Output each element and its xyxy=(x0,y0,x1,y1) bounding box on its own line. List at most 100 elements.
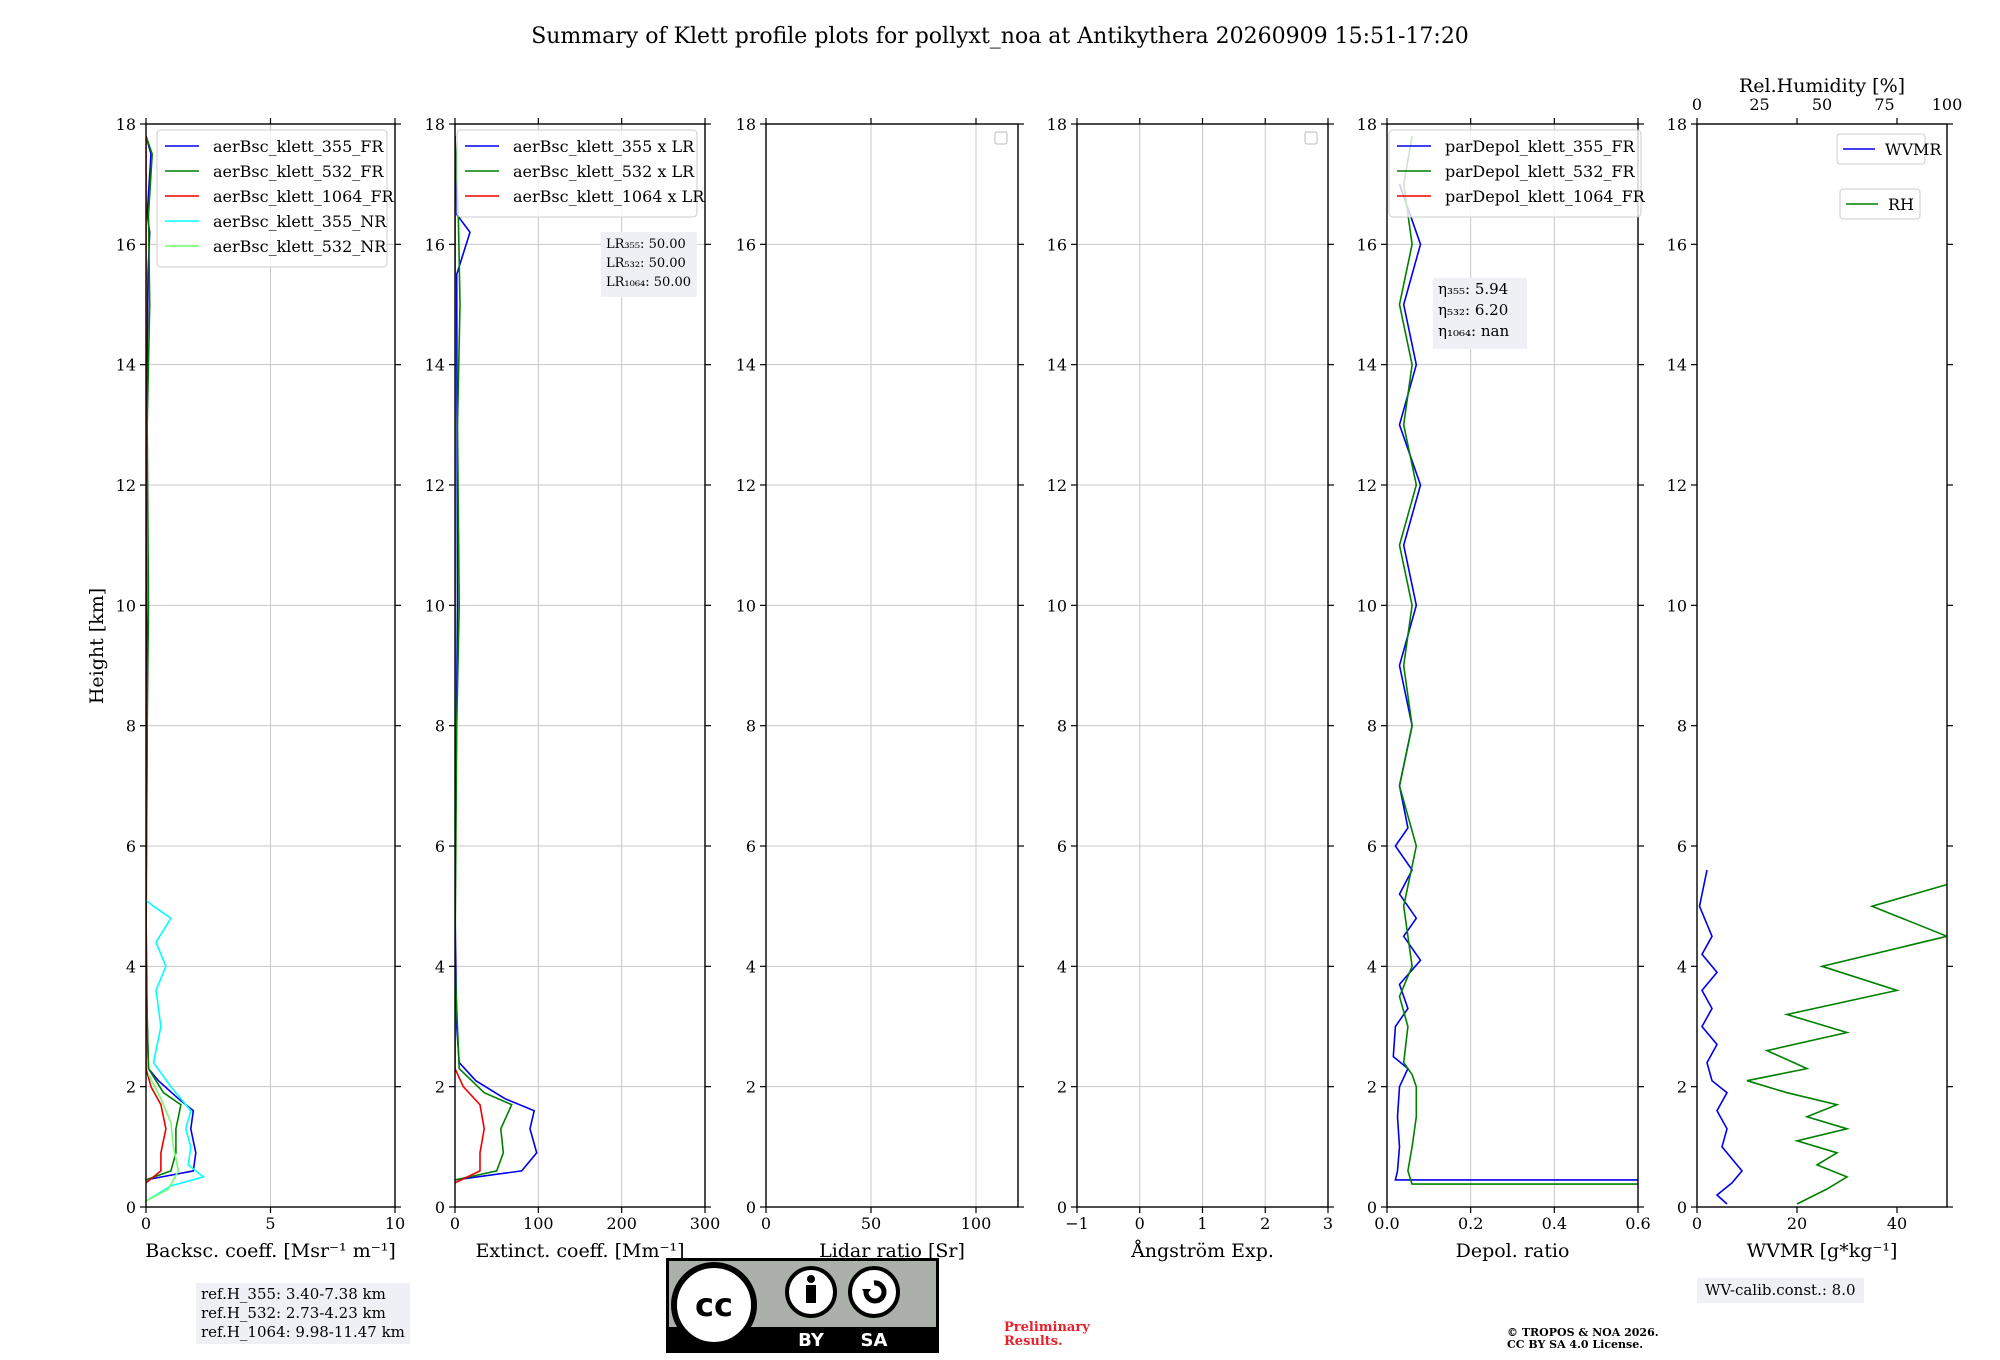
y-tick-label: 14 xyxy=(1047,356,1067,375)
y-tick-label: 6 xyxy=(746,837,756,856)
y-tick-label: 8 xyxy=(126,717,136,736)
series-group xyxy=(455,135,538,1184)
y-tick-label: 16 xyxy=(1047,235,1067,254)
legend-label: RH xyxy=(1888,195,1914,214)
y-tick-label: 8 xyxy=(1367,717,1377,736)
y-tick-label: 0 xyxy=(126,1198,136,1217)
x-tick-label: 0 xyxy=(761,1214,771,1233)
legend-label: aerBsc_klett_532 x LR xyxy=(513,162,695,181)
y-tick-label: 2 xyxy=(126,1078,136,1097)
reference-height-box: ref.H_355: 3.40-7.38 km ref.H_532: 2.73-… xyxy=(196,1283,410,1344)
chart-panel-6: 0 2 4 6 8 10 12 14 16 18 0 20 40 0 25 50 75 100 Rel.Humidi… xyxy=(1667,75,1963,1262)
x-top-tick-label: 0 xyxy=(1692,95,1702,114)
y-tick-label: 16 xyxy=(1667,235,1687,254)
chart-panel-4: 024681012141618−1 0 1 2 3Ångström Exp. xyxy=(1047,115,1334,1262)
legend-label: WVMR xyxy=(1885,140,1942,159)
annotation-text: η₃₅₅: 5.94 xyxy=(1438,280,1508,298)
y-tick-label: 12 xyxy=(116,476,136,495)
x-tick-label: 0 xyxy=(450,1214,460,1233)
refh-1064-text: ref.H_1064: 9.98-11.47 km xyxy=(201,1323,405,1341)
svg-text:cc: cc xyxy=(695,1286,733,1324)
y-tick-label: 10 xyxy=(1357,596,1377,615)
y-tick-label: 14 xyxy=(1357,356,1377,375)
series-line-WVMR xyxy=(1698,869,1744,1205)
y-tick-label: 4 xyxy=(1057,957,1067,976)
x-tick-label: 2 xyxy=(1260,1214,1270,1233)
legend-empty-box xyxy=(994,131,1008,145)
series-line-aerBsc_klett_532_FR xyxy=(146,135,182,1181)
y-tick-label: 6 xyxy=(1057,837,1067,856)
x-tick-label: 0.6 xyxy=(1625,1214,1650,1233)
legend-label: parDepol_klett_532_FR xyxy=(1445,162,1636,181)
y-axis-label: Height [km] xyxy=(86,588,108,704)
y-tick-label: 10 xyxy=(425,596,445,615)
x-tick-label: 200 xyxy=(606,1214,637,1233)
y-tick-label: 0 xyxy=(435,1198,445,1217)
legend-label: aerBsc_klett_355 x LR xyxy=(513,137,695,156)
y-tick-label: 2 xyxy=(746,1078,756,1097)
x-tick-label: 3 xyxy=(1323,1214,1333,1233)
y-tick-label: 18 xyxy=(736,115,756,134)
legend-label: aerBsc_klett_1064_FR xyxy=(213,187,395,206)
x-axis-label: WVMR [g*kg⁻¹] xyxy=(1747,1240,1898,1262)
x-tick-label: 100 xyxy=(961,1214,992,1233)
x-tick-label: 100 xyxy=(523,1214,554,1233)
y-tick-label: 10 xyxy=(1667,596,1687,615)
x-tick-label: 10 xyxy=(385,1214,405,1233)
legend-label: aerBsc_klett_532_NR xyxy=(213,237,387,256)
legend-label: parDepol_klett_1064_FR xyxy=(1445,187,1646,206)
refh-355-text: ref.H_355: 3.40-7.38 km xyxy=(201,1285,386,1303)
y-tick-label: 16 xyxy=(1357,235,1377,254)
y-tick-label: 4 xyxy=(435,957,445,976)
legend-label: aerBsc_klett_532_FR xyxy=(213,162,384,181)
y-tick-label: 0 xyxy=(746,1198,756,1217)
y-tick-label: 4 xyxy=(1677,957,1687,976)
y-tick-label: 16 xyxy=(425,235,445,254)
x-axis-label: Extinct. coeff. [Mm⁻¹] xyxy=(475,1240,684,1262)
series-group xyxy=(1698,869,1947,1205)
figure-canvas: Summary of Klett profile plots for polly… xyxy=(86,24,1963,1262)
y-tick-label: 0 xyxy=(1677,1198,1687,1217)
y-tick-label: 18 xyxy=(1047,115,1067,134)
legend-label: aerBsc_klett_1064 x LR xyxy=(513,187,705,206)
wv-calib-box: WV-calib.const.: 8.0 xyxy=(1697,1278,1864,1303)
y-tick-label: 2 xyxy=(1677,1078,1687,1097)
x-tick-label: 0 xyxy=(1692,1214,1702,1233)
series-line-aerBsc_klett_355 x LR xyxy=(455,135,538,1181)
y-tick-label: 8 xyxy=(1677,717,1687,736)
y-tick-label: 10 xyxy=(116,596,136,615)
annotation-text: η₅₃₂: 6.20 xyxy=(1438,301,1508,319)
y-tick-label: 14 xyxy=(736,356,756,375)
y-tick-label: 2 xyxy=(435,1078,445,1097)
legend-label: aerBsc_klett_355_NR xyxy=(213,212,387,231)
legend-label: parDepol_klett_355_FR xyxy=(1445,137,1636,156)
y-tick-label: 6 xyxy=(1677,837,1687,856)
y-tick-label: 18 xyxy=(425,115,445,134)
y-tick-label: 8 xyxy=(435,717,445,736)
x-top-tick-label: 75 xyxy=(1874,95,1894,114)
x-tick-label: 50 xyxy=(861,1214,881,1233)
y-tick-label: 2 xyxy=(1057,1078,1067,1097)
y-tick-label: 10 xyxy=(736,596,756,615)
y-tick-label: 14 xyxy=(1667,356,1687,375)
x-tick-label: 5 xyxy=(265,1214,275,1233)
y-tick-label: 12 xyxy=(1047,476,1067,495)
refh-532-text: ref.H_532: 2.73-4.23 km xyxy=(201,1304,386,1322)
y-tick-label: 8 xyxy=(746,717,756,736)
cc-by-sa-logo: cc BY SA xyxy=(666,1258,939,1353)
chart-panel-1: 0 2 4 6 8 10 12 14 16 18 0 5 10 Backsc. coeff. [Msr⁻¹… xyxy=(116,115,406,1262)
x-tick-label: 40 xyxy=(1887,1214,1907,1233)
annotation-text: η₁₀₆₄: nan xyxy=(1438,322,1509,340)
x-tick-label: 0 xyxy=(141,1214,151,1233)
series-line-aerBsc_klett_355_FR xyxy=(146,135,197,1181)
axes-frame xyxy=(765,123,1019,1208)
y-tick-label: 4 xyxy=(746,957,756,976)
figure-title: Summary of Klett profile plots for polly… xyxy=(531,24,1469,49)
y-tick-label: 4 xyxy=(126,957,136,976)
copyright-line-2: CC BY SA 4.0 License. xyxy=(1507,1338,1644,1351)
wv-calib-text: WV-calib.const.: 8.0 xyxy=(1705,1281,1856,1299)
x-tick-label: 0 xyxy=(1135,1214,1145,1233)
chart-panel-5: 0246810121416180.0 0.2 0.4 0.6Depol. ratiop… xyxy=(1357,115,1651,1262)
x-tick-label: 300 xyxy=(690,1214,721,1233)
x-top-tick-label: 50 xyxy=(1812,95,1832,114)
